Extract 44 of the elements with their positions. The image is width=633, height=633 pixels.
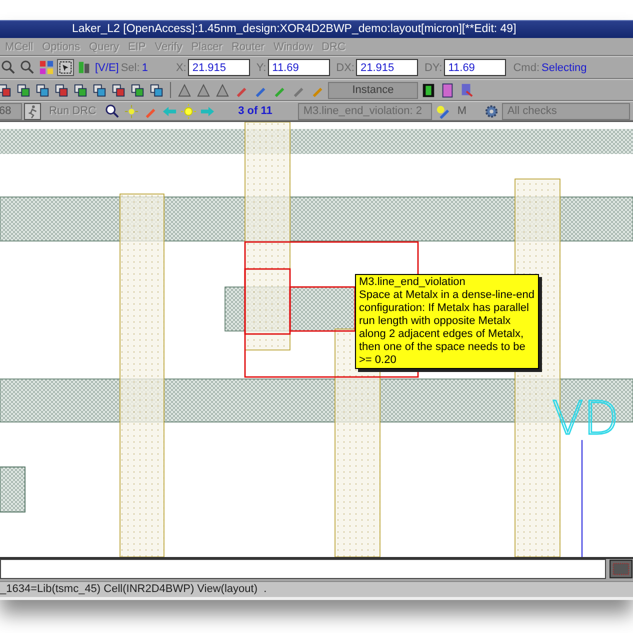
triangle-icon[interactable] <box>176 82 193 98</box>
coord-label: X: <box>176 62 186 74</box>
gear-icon[interactable] <box>483 102 500 120</box>
search-icon[interactable] <box>104 102 122 120</box>
sel-count: 1 <box>142 62 148 74</box>
checks-dropdown[interactable]: All checks <box>502 102 630 120</box>
coord-field[interactable]: 11.69 <box>444 59 506 76</box>
triangle-icon[interactable] <box>214 82 231 98</box>
squares-icon[interactable] <box>0 82 13 98</box>
command-field[interactable] <box>0 559 606 579</box>
zoom-in-icon[interactable] <box>0 59 17 76</box>
coord-label: DX: <box>336 62 354 74</box>
stop-icon[interactable] <box>609 559 633 579</box>
coord-field[interactable]: 21.915 <box>188 59 250 76</box>
squares-icon[interactable] <box>91 82 108 98</box>
squares-icon[interactable] <box>72 82 89 98</box>
sun-icon[interactable] <box>180 102 198 120</box>
violation-counter: 3 of 11 <box>238 105 272 117</box>
coord-field[interactable]: 21.915 <box>356 59 418 76</box>
sel-label: Sel: <box>120 62 140 74</box>
violation-dropdown[interactable]: M3.line_end_violation: 2 <box>298 102 432 120</box>
film-icon[interactable] <box>420 82 437 98</box>
squares-icon[interactable] <box>148 82 165 98</box>
cmd-value: Selecting <box>542 62 587 74</box>
squares-icon[interactable] <box>15 82 32 98</box>
coord-label: Y: <box>256 62 266 74</box>
squares-icon[interactable] <box>129 82 146 98</box>
coord-label: DY: <box>424 62 442 74</box>
tooltip-title: M3.line_end_violation <box>359 276 466 289</box>
squares-icon[interactable] <box>34 82 51 98</box>
squares-icon[interactable] <box>110 82 127 98</box>
squares-icon[interactable] <box>53 82 70 98</box>
mode-dropdown[interactable]: M <box>453 104 482 118</box>
window-title: Laker_L2 [OpenAccess]:1.45nm_design:XOR4D2BWP_demo:layout[micron][**Edit: 49] <box>0 20 633 38</box>
coord-field[interactable]: 11.69 <box>268 59 330 76</box>
running-figure-icon[interactable] <box>24 102 41 120</box>
cmd-label: Cmd: <box>513 62 540 74</box>
tooltip-text: Space at Metalx in a dense-line-end configuration: If Metalx has parallel run length with opposite Metalx along 2 adjacent edges of Metalx, then one of the space needs to be >= 0.20 <box>359 289 535 367</box>
metal-block <box>0 466 26 512</box>
triangle-icon[interactable] <box>195 82 212 98</box>
view-mode-label: [V/E] <box>95 62 119 74</box>
select-icon[interactable] <box>57 59 74 76</box>
zoom-out-icon[interactable] <box>19 59 36 76</box>
status-bar: _1634=Lib(tsmc_45) Cell(INR2D4BWP) View(layout) . <box>0 581 633 600</box>
